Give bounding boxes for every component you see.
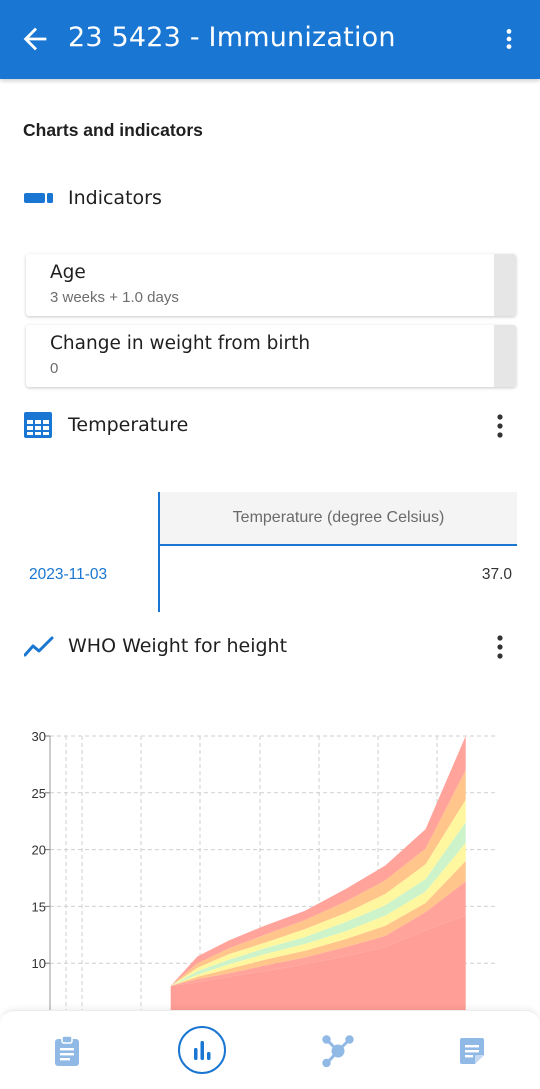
nav-item-charts[interactable] — [178, 1026, 226, 1074]
who-chart-label: WHO Weight for height — [68, 635, 288, 657]
more-vert-icon[interactable] — [496, 22, 522, 56]
page-title: 23 5423 - Immunization — [68, 22, 396, 53]
bar-chart-icon — [194, 1041, 211, 1060]
bottom-navigation — [0, 1010, 540, 1089]
table-date-cell[interactable]: 2023-11-03 — [29, 566, 107, 584]
notes-icon — [460, 1038, 484, 1064]
indicators-header: Indicators — [24, 181, 162, 215]
section-title: Charts and indicators — [23, 120, 203, 140]
y-axis-tick-label: 20 — [32, 843, 46, 858]
who-chart-menu-icon[interactable] — [488, 632, 512, 662]
indicator-name: Age — [50, 262, 86, 283]
temperature-table: Temperature (degree Celsius) 2023-11-03 … — [0, 492, 540, 614]
nav-item-relationships[interactable] — [312, 1025, 364, 1077]
who-weight-for-height-chart: 30 25 20 15 10 — [32, 729, 497, 1020]
table-value-cell: 37.0 — [481, 566, 512, 583]
clipboard-icon — [55, 1035, 79, 1066]
y-axis-tick-label: 15 — [32, 899, 46, 914]
nav-item-notes[interactable] — [446, 1025, 498, 1077]
indicator-icon — [24, 186, 56, 210]
arrow-left-icon[interactable] — [18, 22, 52, 56]
indicator-card-age[interactable]: Age 3 weeks + 1.0 days — [26, 254, 516, 316]
indicator-card-weight-change[interactable]: Change in weight from birth 0 — [26, 325, 516, 387]
line-chart-icon — [24, 634, 56, 658]
indicator-value: 3 weeks + 1.0 days — [50, 289, 179, 306]
y-axis-tick-label: 10 — [32, 956, 46, 971]
temperature-label: Temperature — [68, 414, 189, 436]
temperature-menu-icon[interactable] — [488, 411, 512, 441]
app-bar: 23 5423 - Immunization — [0, 0, 540, 79]
indicators-label: Indicators — [68, 187, 162, 209]
nav-item-clipboard[interactable] — [41, 1025, 93, 1077]
who-chart-header: WHO Weight for height — [24, 629, 287, 663]
table-icon — [24, 412, 56, 438]
indicator-value: 0 — [50, 360, 59, 377]
card-side-strip — [494, 254, 516, 316]
indicator-name: Change in weight from birth — [50, 333, 311, 354]
card-side-strip — [494, 325, 516, 387]
y-axis-tick-label: 30 — [32, 729, 46, 744]
table-column-header: Temperature (degree Celsius) — [160, 492, 517, 546]
y-axis-tick-label: 25 — [32, 786, 46, 801]
temperature-header: Temperature — [24, 408, 188, 442]
relationship-icon — [322, 1035, 354, 1068]
